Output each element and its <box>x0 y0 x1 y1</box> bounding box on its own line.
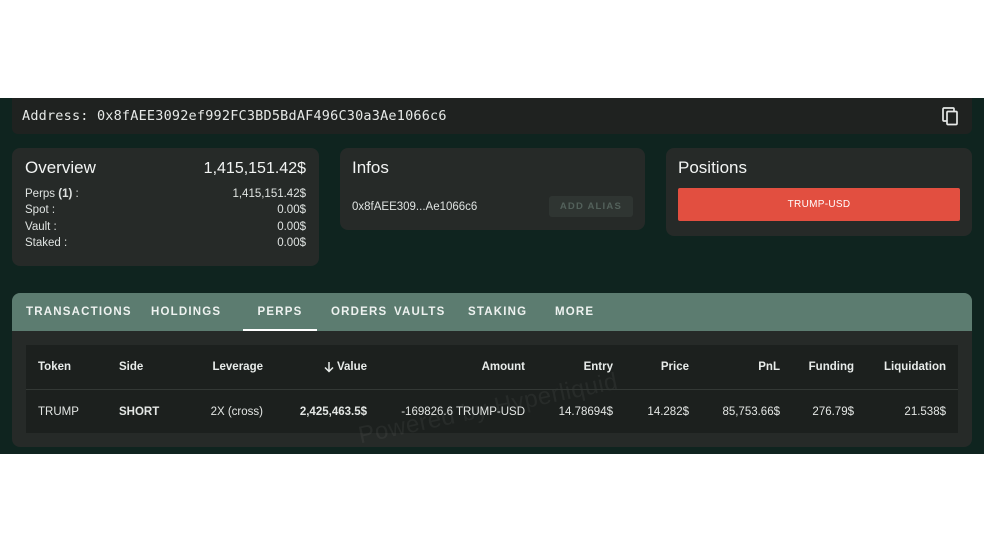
app-root: Address: 0x8fAEE3092ef992FC3BD5BdAF496C3… <box>0 98 984 454</box>
infos-address: 0x8fAEE309...Ae1066c6 <box>352 200 478 213</box>
overview-value: 0.00$ <box>277 236 306 249</box>
tab-more[interactable]: MORE <box>555 293 625 331</box>
overview-total: 1,415,151.42$ <box>203 160 306 177</box>
tab-orders[interactable]: ORDERS <box>317 293 394 331</box>
cell-side: SHORT <box>119 406 160 418</box>
cell-liquidation: 21.538$ <box>904 406 946 418</box>
header-liquidation[interactable]: Liquidation <box>884 345 946 389</box>
table-header: Token Side Leverage Value Amount Entry P… <box>26 345 958 390</box>
header-token[interactable]: Token <box>38 345 71 389</box>
overview-card: Overview 1,415,151.42$ Perps (1) : 1,415… <box>12 148 319 266</box>
infos-title: Infos <box>352 158 389 177</box>
overview-value: 0.00$ <box>277 204 306 217</box>
positions-table: Powered by Hyperliquid Token Side Levera… <box>26 345 958 447</box>
history-panel: TRANSACTIONS HOLDINGS PERPS ORDERS VAULT… <box>12 293 972 447</box>
header-price[interactable]: Price <box>661 345 689 389</box>
table-row[interactable]: TRUMP SHORT 2X (cross) 2,425,463.5$ -169… <box>26 390 958 434</box>
header-entry[interactable]: Entry <box>584 345 613 389</box>
position-button-trump-usd[interactable]: TRUMP-USD <box>678 188 960 221</box>
arrow-down-icon <box>324 362 334 373</box>
cell-amount: -169826.6 TRUMP-USD <box>401 406 525 418</box>
overview-label: Vault : <box>25 220 57 233</box>
overview-row-spot: Spot : 0.00$ <box>25 202 306 218</box>
header-value-label: Value <box>336 361 367 373</box>
cell-value: 2,425,463.5$ <box>299 406 367 418</box>
overview-title: Overview <box>25 158 96 177</box>
header-value[interactable]: Value <box>323 345 367 389</box>
cell-pnl: 85,753.66$ <box>722 406 780 418</box>
wallet-address: Address: 0x8fAEE3092ef992FC3BD5BdAF496C3… <box>22 108 447 124</box>
tab-staking[interactable]: STAKING <box>468 293 555 331</box>
cell-funding: 276.79$ <box>812 406 854 418</box>
positions-title: Positions <box>678 158 747 177</box>
overview-value: 1,415,151.42$ <box>232 188 306 200</box>
overview-row-perps: Perps (1) : 1,415,151.42$ <box>25 186 306 202</box>
cell-leverage: 2X (cross) <box>210 406 263 418</box>
overview-row-staked: Staked : 0.00$ <box>25 235 306 251</box>
cell-token: TRUMP <box>38 406 79 418</box>
overview-label: Staked : <box>25 236 68 249</box>
add-alias-button[interactable]: ADD ALIAS <box>548 196 633 217</box>
tab-perps[interactable]: PERPS <box>243 293 317 331</box>
tab-vaults[interactable]: VAULTS <box>394 293 468 331</box>
header-funding[interactable]: Funding <box>809 345 854 389</box>
header-pnl[interactable]: PnL <box>758 345 780 389</box>
positions-card: Positions TRUMP-USD <box>666 148 972 236</box>
cell-price: 14.282$ <box>647 406 689 418</box>
tab-holdings[interactable]: HOLDINGS <box>151 293 243 331</box>
overview-value: 0.00$ <box>277 220 306 233</box>
tab-bar: TRANSACTIONS HOLDINGS PERPS ORDERS VAULT… <box>12 293 972 331</box>
infos-card: Infos 0x8fAEE309...Ae1066c6 ADD ALIAS <box>340 148 645 230</box>
header-amount[interactable]: Amount <box>482 345 525 389</box>
header-side[interactable]: Side <box>119 345 143 389</box>
tab-transactions[interactable]: TRANSACTIONS <box>26 293 151 331</box>
overview-label: Perps (1) : <box>25 188 79 200</box>
address-bar: Address: 0x8fAEE3092ef992FC3BD5BdAF496C3… <box>12 98 972 134</box>
copy-icon[interactable] <box>940 106 960 126</box>
cell-entry: 14.78694$ <box>558 406 613 418</box>
header-leverage[interactable]: Leverage <box>212 345 263 389</box>
overview-row-vault: Vault : 0.00$ <box>25 219 306 235</box>
overview-label: Spot : <box>25 204 56 217</box>
